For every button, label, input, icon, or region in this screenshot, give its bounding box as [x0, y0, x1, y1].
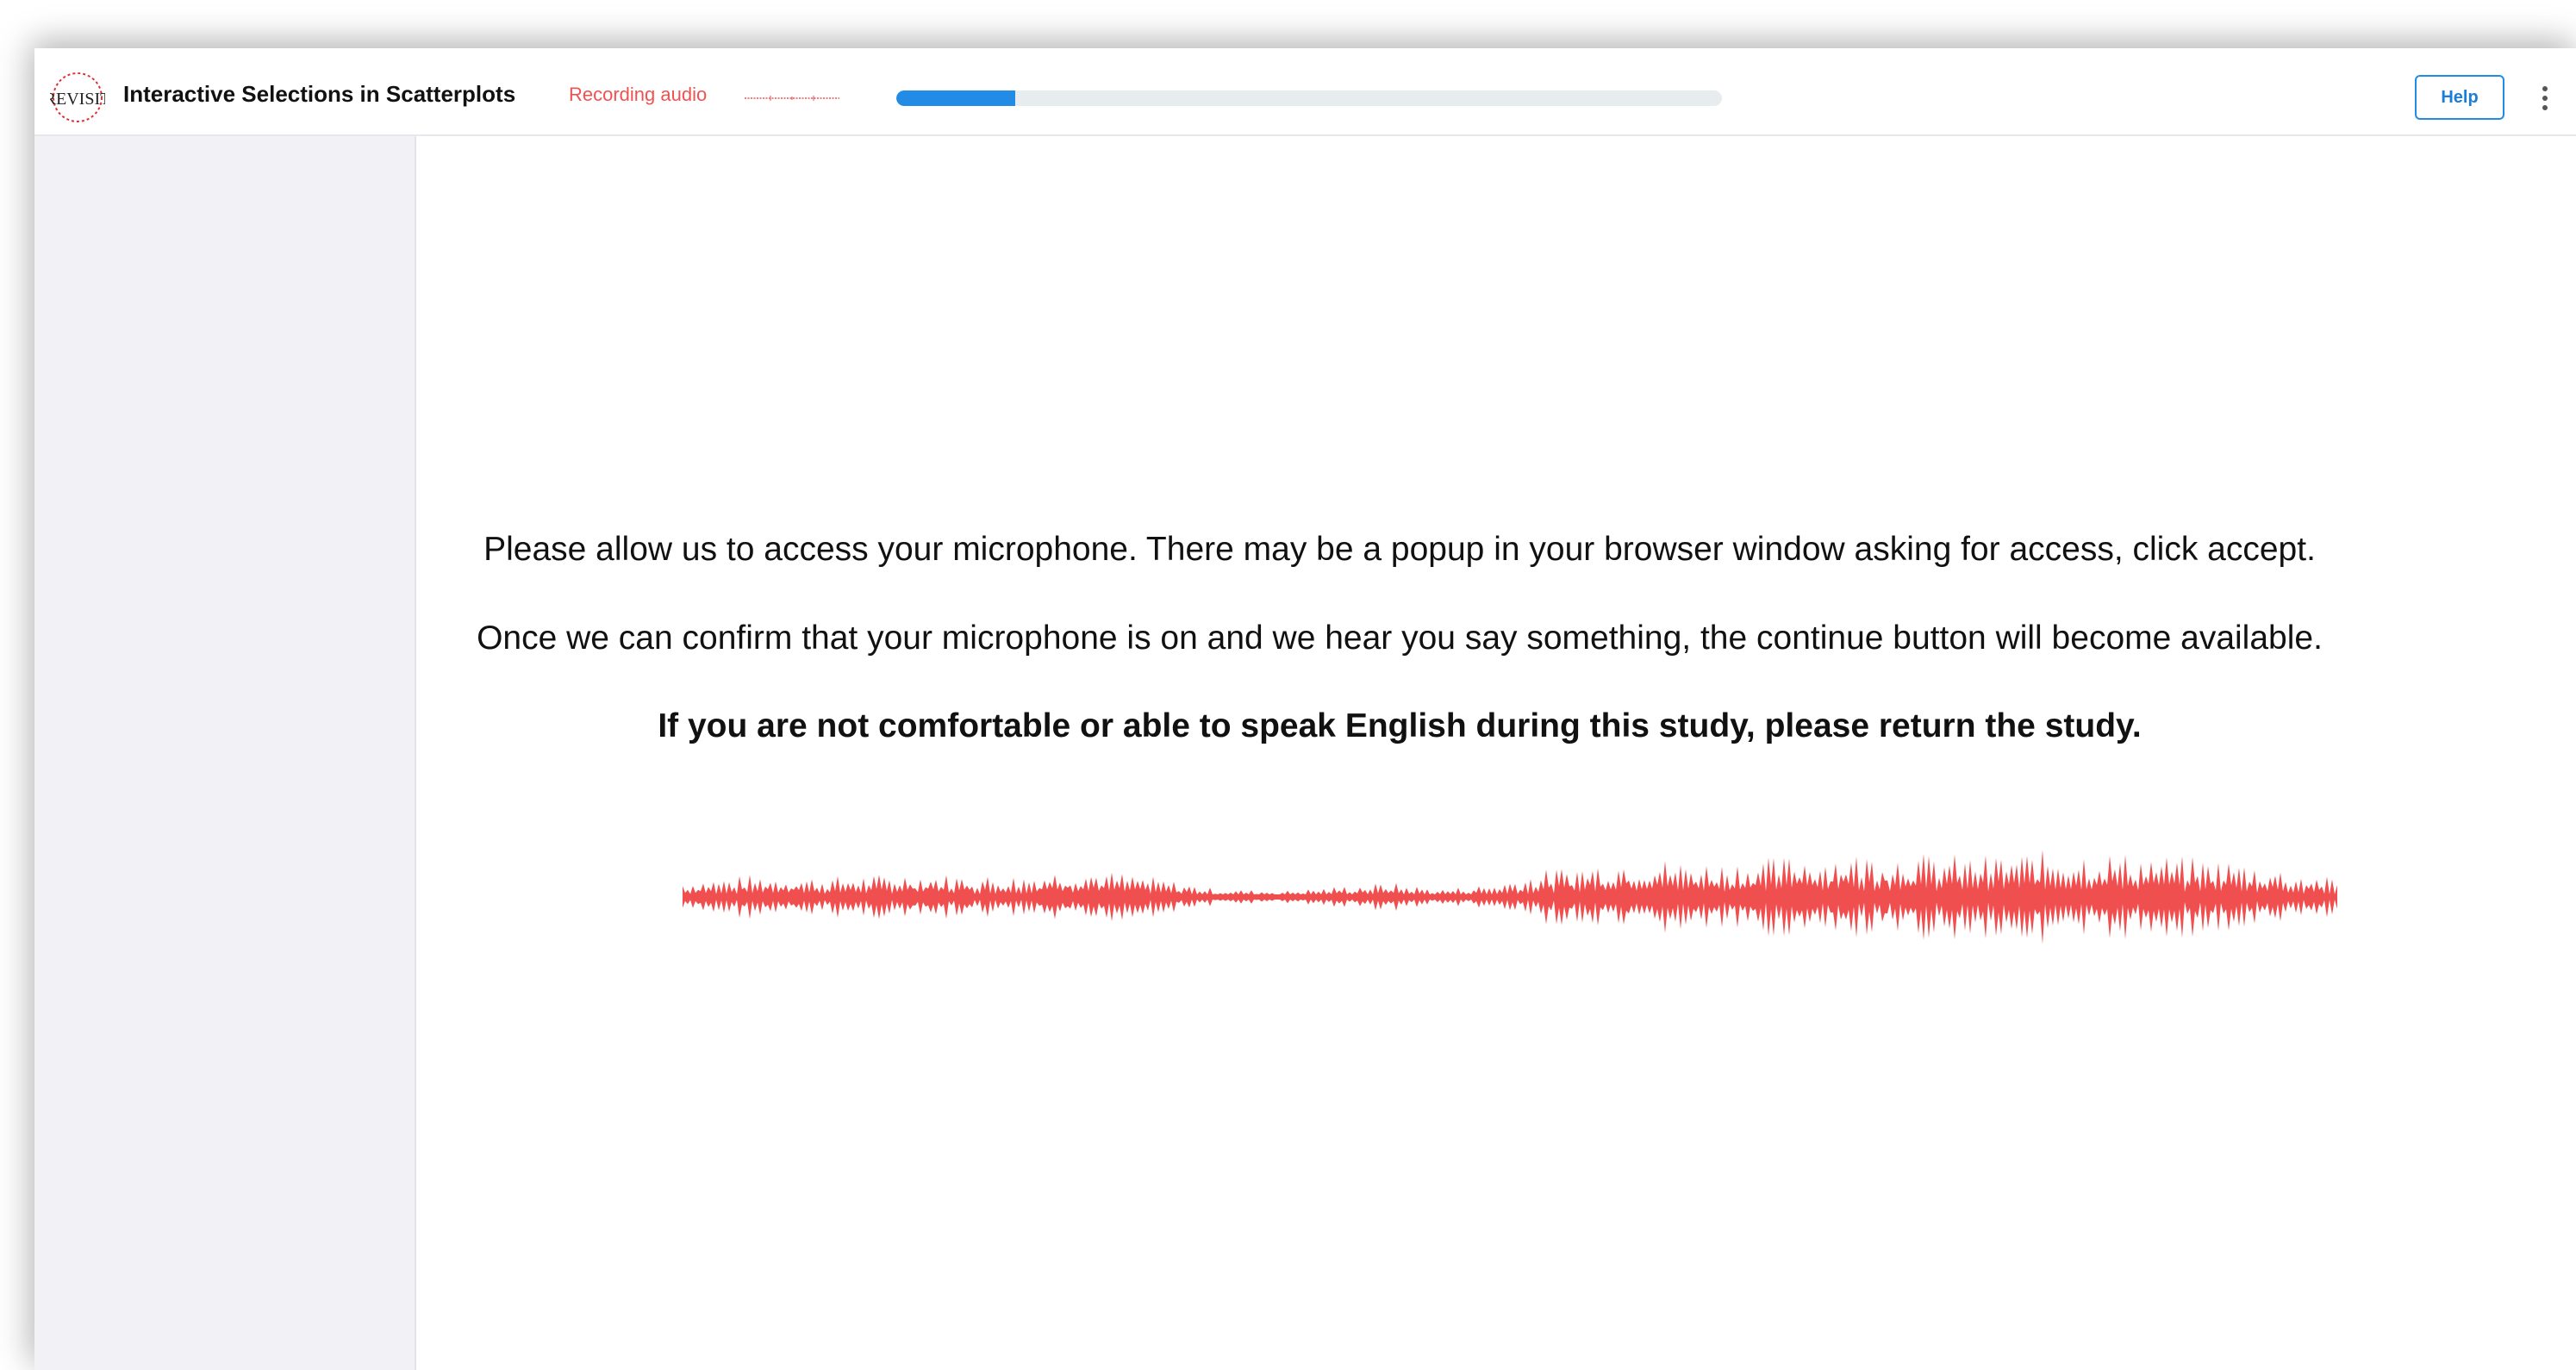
help-button[interactable]: Help [2415, 75, 2504, 120]
kebab-menu-icon[interactable] [2536, 83, 2554, 114]
audio-waveform-icon [683, 850, 2337, 944]
instruction-continue-availability: Once we can confirm that your microphone… [477, 620, 2323, 657]
audio-waveform-path [683, 850, 2337, 944]
recording-status-label: Recording audio [569, 84, 708, 105]
mini-waveform-icon [745, 96, 839, 101]
revisit-logo-icon: REVISIT [50, 72, 105, 122]
study-progress-bar [896, 90, 1722, 106]
study-progress-fill [896, 90, 1015, 106]
logo-text: REVISIT [50, 90, 105, 109]
instruction-english-requirement: If you are not comfortable or able to sp… [658, 707, 2142, 744]
instruction-microphone-access: Please allow us to access your microphon… [483, 531, 2316, 568]
screen: REVISIT Interactive Selections in Scatte… [0, 0, 2576, 1370]
main-content: Please allow us to access your microphon… [416, 136, 2576, 1370]
app-title: Interactive Selections in Scatterplots [123, 81, 516, 107]
sidebar [34, 136, 416, 1370]
app-window: REVISIT Interactive Selections in Scatte… [34, 48, 2576, 1370]
app-header: REVISIT Interactive Selections in Scatte… [34, 48, 2576, 136]
